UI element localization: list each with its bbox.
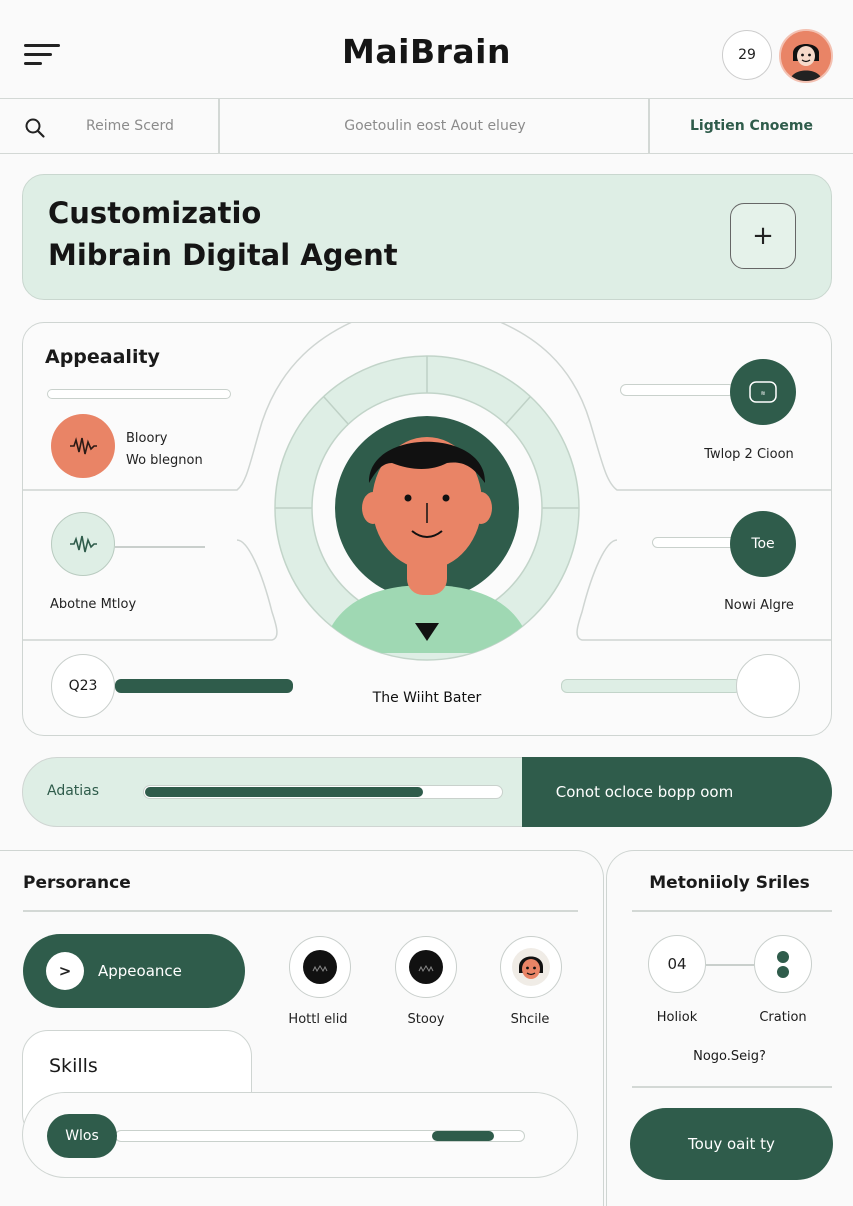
continue-button-label[interactable]: Conot ocloce bopp oom bbox=[522, 783, 767, 801]
step-dots-circle[interactable] bbox=[754, 935, 812, 993]
banner-title-line2: Mibrain Digital Agent bbox=[48, 238, 398, 272]
connector-line bbox=[115, 546, 205, 548]
option-shcile[interactable] bbox=[500, 936, 562, 998]
left-item-line1: Bloory bbox=[126, 431, 168, 446]
customization-banner bbox=[22, 174, 832, 300]
notification-count-badge[interactable]: 29 bbox=[722, 30, 772, 80]
option-label: Stooy bbox=[407, 1012, 445, 1027]
right-value-bar[interactable] bbox=[561, 679, 741, 693]
search-icon[interactable] bbox=[24, 117, 46, 139]
right-slider-track[interactable] bbox=[652, 537, 737, 548]
left-value-bar[interactable] bbox=[115, 679, 293, 693]
banner-title-line1: Customizatio bbox=[48, 196, 262, 230]
progress-label: Adatias bbox=[47, 783, 100, 799]
dots-icon bbox=[777, 951, 789, 978]
toolbar-center-text[interactable]: Goetoulin eost Aout eluey bbox=[220, 118, 650, 134]
skills-tag[interactable]: Wlos bbox=[47, 1114, 117, 1158]
step-label: Cration bbox=[759, 1010, 807, 1025]
divider bbox=[632, 910, 832, 912]
value-knob[interactable]: Q23 bbox=[51, 654, 115, 718]
option-hottl-elid[interactable] bbox=[289, 936, 351, 998]
left-item-label: Abotne Mtloy bbox=[50, 597, 137, 612]
personance-title: Persorance bbox=[23, 873, 131, 893]
avatar-icon bbox=[512, 948, 550, 986]
skills-title: Skills bbox=[49, 1055, 98, 1077]
user-avatar-icon bbox=[781, 31, 831, 81]
methodology-note: Nogo.Seig? bbox=[693, 1049, 766, 1064]
option-label: Shcile bbox=[510, 1012, 550, 1027]
chevron-right-icon[interactable]: > bbox=[46, 952, 84, 990]
option-stooy[interactable] bbox=[395, 936, 457, 998]
methodology-title: Metoniioly Sriles bbox=[649, 873, 810, 893]
voice-wave-button[interactable] bbox=[51, 414, 115, 478]
divider bbox=[23, 910, 578, 912]
svg-text:≋: ≋ bbox=[760, 390, 765, 397]
appearance-slider-track[interactable] bbox=[47, 389, 231, 399]
avatar-caption: The Wiiht Bater bbox=[372, 690, 482, 706]
progress-fill bbox=[145, 787, 423, 797]
voice-tone-button[interactable] bbox=[51, 512, 115, 576]
agent-avatar-ring[interactable] bbox=[272, 353, 582, 663]
sound-wave-icon bbox=[70, 437, 97, 455]
right-item-label: Nowi Algre bbox=[724, 598, 794, 613]
step-label: Holiok bbox=[656, 1010, 698, 1025]
skills-slider-thumb[interactable] bbox=[432, 1131, 494, 1141]
user-avatar[interactable] bbox=[779, 29, 833, 83]
right-item-label: Twlop 2 Cioon bbox=[704, 447, 794, 462]
step-value-circle[interactable]: 04 bbox=[648, 935, 706, 993]
plus-icon: + bbox=[752, 221, 774, 251]
search-input[interactable]: Reime Scerd bbox=[86, 118, 174, 134]
left-item-line2: Wo blegnon bbox=[126, 453, 203, 468]
sound-wave-icon bbox=[70, 535, 97, 553]
chip-button[interactable]: ≋ bbox=[730, 359, 796, 425]
appearance-title: Appeaality bbox=[45, 346, 160, 368]
option-label: Hottl elid bbox=[288, 1012, 348, 1027]
right-slider-track[interactable] bbox=[620, 384, 735, 396]
tone-button[interactable]: Toe bbox=[730, 511, 796, 577]
face-icon bbox=[303, 950, 337, 984]
step-connector bbox=[706, 964, 754, 966]
add-button[interactable]: + bbox=[730, 203, 796, 269]
toolbar-right-link[interactable]: Ligtien Cnoeme bbox=[650, 118, 853, 134]
appearance-button-label[interactable]: Appeoance bbox=[98, 962, 182, 980]
face-icon bbox=[409, 950, 443, 984]
try-it-button[interactable]: Touy oait ty bbox=[630, 1108, 833, 1180]
right-knob[interactable] bbox=[736, 654, 800, 718]
divider bbox=[632, 1086, 832, 1088]
chip-icon: ≋ bbox=[749, 381, 777, 403]
